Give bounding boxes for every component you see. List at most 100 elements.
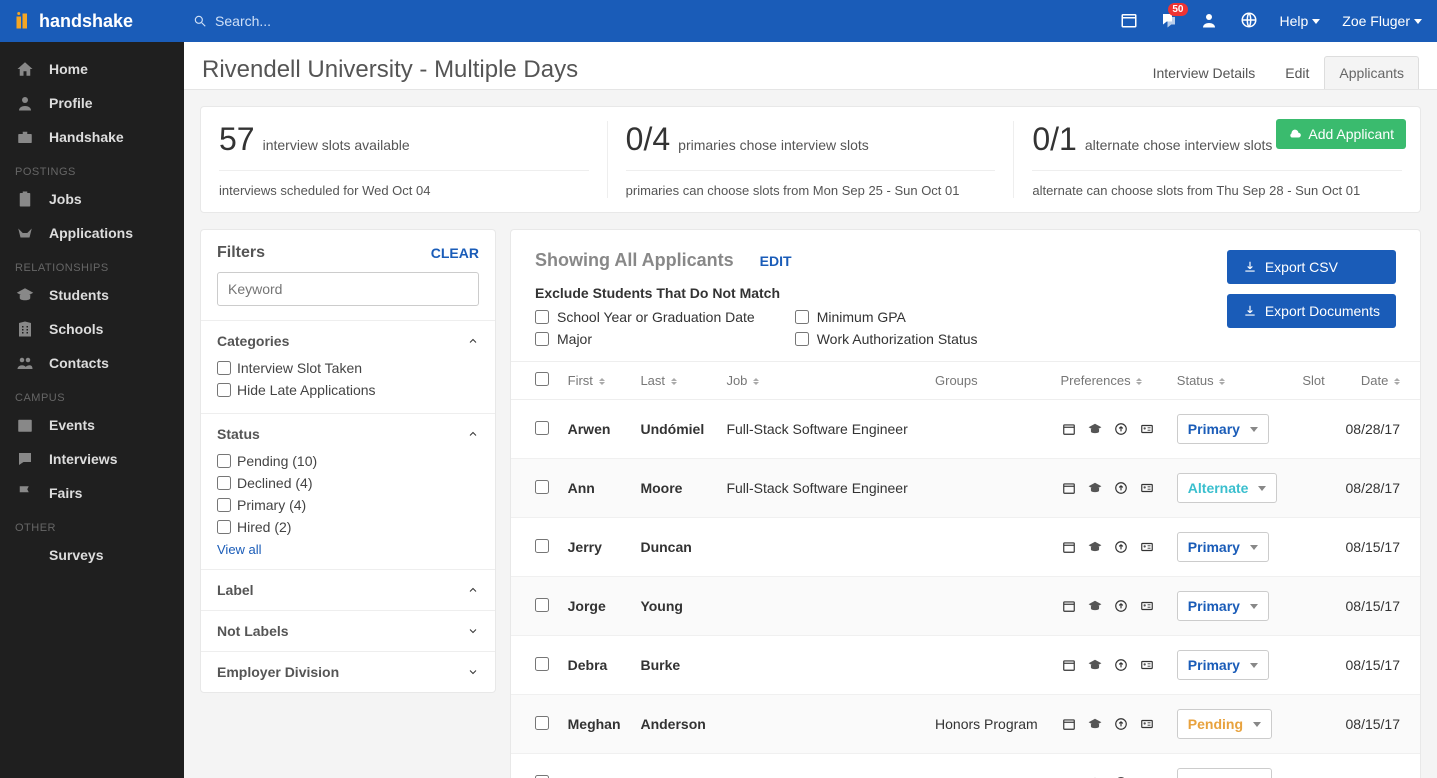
row-checkbox[interactable] <box>535 421 549 435</box>
user-dropdown[interactable]: Zoe Fluger <box>1342 13 1422 29</box>
col-Preferences[interactable]: Preferences <box>1053 362 1169 400</box>
filter-checkbox[interactable] <box>217 498 231 512</box>
nav-home[interactable]: Home <box>0 52 184 86</box>
search-input[interactable] <box>215 13 415 29</box>
filter-status-toggle[interactable]: Status <box>217 426 479 442</box>
globe-icon[interactable] <box>1240 11 1258 32</box>
row-checkbox[interactable] <box>535 657 549 671</box>
filter-option[interactable]: Pending (10) <box>217 450 479 472</box>
upload-icon[interactable] <box>1113 658 1129 672</box>
filter-option[interactable]: Interview Slot Taken <box>217 357 479 379</box>
id-card-icon[interactable] <box>1139 540 1155 554</box>
nav-profile[interactable]: Profile <box>0 86 184 120</box>
upload-icon[interactable] <box>1113 540 1129 554</box>
clear-filters-button[interactable]: CLEAR <box>431 245 479 261</box>
profile-icon[interactable] <box>1200 11 1218 32</box>
grad-cap-icon[interactable] <box>1087 422 1103 436</box>
col-Last[interactable]: Last <box>632 362 718 400</box>
add-applicant-button[interactable]: Add Applicant <box>1276 119 1406 149</box>
status-dropdown[interactable]: Primary <box>1177 532 1269 562</box>
grad-cap-icon[interactable] <box>1087 717 1103 731</box>
exclude-option[interactable]: Major <box>535 331 755 347</box>
row-checkbox[interactable] <box>535 480 549 494</box>
id-card-icon[interactable] <box>1139 599 1155 613</box>
filter-categories-toggle[interactable]: Categories <box>217 333 479 349</box>
help-dropdown[interactable]: Help <box>1280 13 1321 29</box>
calendar-icon[interactable] <box>1061 717 1077 731</box>
filter-checkbox[interactable] <box>217 383 231 397</box>
calendar-icon[interactable] <box>1061 599 1077 613</box>
filter-option[interactable]: Primary (4) <box>217 494 479 516</box>
col-Date[interactable]: Date <box>1333 362 1420 400</box>
col-Job[interactable]: Job <box>718 362 927 400</box>
status-dropdown[interactable]: Primary <box>1177 591 1269 621</box>
filter-option[interactable]: Hide Late Applications <box>217 379 479 401</box>
logo[interactable]: handshake <box>15 11 133 32</box>
id-card-icon[interactable] <box>1139 658 1155 672</box>
row-checkbox[interactable] <box>535 775 549 778</box>
select-all-checkbox[interactable] <box>535 372 549 386</box>
calendar-icon[interactable] <box>1061 540 1077 554</box>
status-dropdown[interactable]: Pending <box>1177 709 1272 739</box>
calendar-icon[interactable] <box>1120 11 1138 32</box>
row-checkbox[interactable] <box>535 539 549 553</box>
filter-label-toggle[interactable]: Label <box>217 582 479 598</box>
grad-cap-icon[interactable] <box>1087 540 1103 554</box>
nav-events[interactable]: Events <box>0 408 184 442</box>
filter-option[interactable]: Hired (2) <box>217 516 479 538</box>
nav-surveys[interactable]: Surveys <box>0 538 184 572</box>
exclude-checkbox[interactable] <box>795 332 809 346</box>
nav-contacts[interactable]: Contacts <box>0 346 184 380</box>
export-csv-button[interactable]: Export CSV <box>1227 250 1396 284</box>
upload-icon[interactable] <box>1113 717 1129 731</box>
filter-checkbox[interactable] <box>217 520 231 534</box>
calendar-icon[interactable] <box>1061 481 1077 495</box>
filter-not-labels-toggle[interactable]: Not Labels <box>217 623 479 639</box>
col-Status[interactable]: Status <box>1169 362 1292 400</box>
nav-handshake[interactable]: Handshake <box>0 120 184 154</box>
filter-checkbox[interactable] <box>217 361 231 375</box>
status-dropdown[interactable]: Primary <box>1177 414 1269 444</box>
upload-icon[interactable] <box>1113 422 1129 436</box>
nav-applications[interactable]: Applications <box>0 216 184 250</box>
edit-link[interactable]: EDIT <box>760 253 792 269</box>
exclude-checkbox[interactable] <box>535 310 549 324</box>
id-card-icon[interactable] <box>1139 481 1155 495</box>
keyword-input[interactable] <box>217 272 479 306</box>
grad-cap-icon[interactable] <box>1087 658 1103 672</box>
upload-icon[interactable] <box>1113 481 1129 495</box>
filter-option[interactable]: Declined (4) <box>217 472 479 494</box>
search-wrap[interactable] <box>193 13 1119 29</box>
view-all-link[interactable]: View all <box>217 542 262 557</box>
status-dropdown[interactable]: Primary <box>1177 650 1269 680</box>
filter-employer-division-toggle[interactable]: Employer Division <box>217 664 479 680</box>
nav-schools[interactable]: Schools <box>0 312 184 346</box>
tab-applicants[interactable]: Applicants <box>1324 56 1419 89</box>
id-card-icon[interactable] <box>1139 422 1155 436</box>
nav-students[interactable]: Students <box>0 278 184 312</box>
grad-cap-icon[interactable] <box>1087 481 1103 495</box>
col-First[interactable]: First <box>560 362 633 400</box>
exclude-option[interactable]: Minimum GPA <box>795 309 978 325</box>
export-documents-button[interactable]: Export Documents <box>1227 294 1396 328</box>
exclude-checkbox[interactable] <box>795 310 809 324</box>
calendar-icon[interactable] <box>1061 658 1077 672</box>
nav-fairs[interactable]: Fairs <box>0 476 184 510</box>
upload-icon[interactable] <box>1113 599 1129 613</box>
nav-interviews[interactable]: Interviews <box>0 442 184 476</box>
status-dropdown[interactable]: Pending <box>1177 768 1272 778</box>
tab-interview-details[interactable]: Interview Details <box>1138 56 1271 89</box>
filter-checkbox[interactable] <box>217 454 231 468</box>
status-dropdown[interactable]: Alternate <box>1177 473 1278 503</box>
grad-cap-icon[interactable] <box>1087 599 1103 613</box>
id-card-icon[interactable] <box>1139 717 1155 731</box>
tab-edit[interactable]: Edit <box>1270 56 1324 89</box>
nav-jobs[interactable]: Jobs <box>0 182 184 216</box>
notifications-icon[interactable]: 50 <box>1160 11 1178 32</box>
col-Slot[interactable]: Slot <box>1292 362 1333 400</box>
filter-checkbox[interactable] <box>217 476 231 490</box>
row-checkbox[interactable] <box>535 598 549 612</box>
calendar-icon[interactable] <box>1061 422 1077 436</box>
col-Groups[interactable]: Groups <box>927 362 1052 400</box>
exclude-checkbox[interactable] <box>535 332 549 346</box>
